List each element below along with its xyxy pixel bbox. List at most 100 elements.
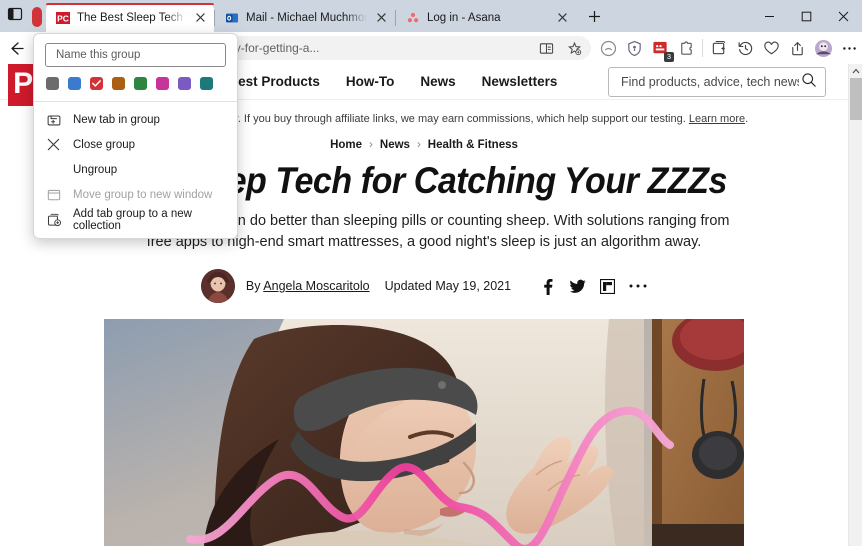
site-search[interactable] bbox=[608, 67, 826, 97]
color-swatch-green[interactable] bbox=[134, 77, 147, 90]
history-icon[interactable] bbox=[732, 35, 758, 61]
browser-tab-title-0: The Best Sleep Tech for Catching bbox=[77, 11, 186, 24]
more-share-icon[interactable] bbox=[629, 283, 647, 289]
close-window-button[interactable] bbox=[825, 0, 862, 32]
byline-author: By Angela Moscaritolo bbox=[246, 279, 370, 293]
menu-item-label: Move group to new window bbox=[73, 188, 213, 201]
browser-tab-0[interactable]: PC The Best Sleep Tech for Catching bbox=[46, 3, 214, 32]
menu-item-new-tab-in-group[interactable]: New tab in group bbox=[34, 107, 237, 132]
disclaimer-text-mid: . If you buy through affiliate links, we… bbox=[237, 113, 689, 125]
browser-tab-2[interactable]: Log in - Asana bbox=[396, 3, 576, 32]
site-search-input[interactable] bbox=[619, 74, 801, 90]
color-swatch-pink[interactable] bbox=[156, 77, 169, 90]
outlook-favicon bbox=[224, 10, 240, 26]
twitter-icon[interactable] bbox=[569, 279, 586, 294]
maximize-icon bbox=[801, 11, 812, 21]
menu-item-add-tab-group-to-new-collection[interactable]: Add tab group to a new collection bbox=[34, 207, 237, 232]
scroll-up-button[interactable] bbox=[849, 64, 862, 78]
color-swatch-purple[interactable] bbox=[178, 77, 191, 90]
new-tab-in-group-icon bbox=[46, 112, 61, 127]
menu-item-ungroup[interactable]: Ungroup bbox=[34, 157, 237, 182]
site-nav-item-newsletters[interactable]: Newsletters bbox=[482, 74, 558, 89]
scrollbar-thumb[interactable] bbox=[850, 78, 862, 120]
color-swatch-blue[interactable] bbox=[68, 77, 81, 90]
article-byline: By Angela Moscaritolo Updated May 19, 20… bbox=[0, 253, 848, 304]
menu-item-label: Ungroup bbox=[73, 163, 118, 176]
collections-icon[interactable] bbox=[706, 35, 732, 61]
article-hero-image bbox=[104, 319, 744, 546]
window-controls bbox=[751, 0, 862, 32]
minimize-button[interactable] bbox=[751, 0, 788, 32]
pcmag-favicon: PC bbox=[55, 10, 71, 26]
share-icon[interactable] bbox=[784, 35, 810, 61]
color-swatch-red[interactable] bbox=[90, 77, 103, 90]
tab-group-color-pill[interactable] bbox=[32, 7, 42, 27]
breadcrumb-separator: › bbox=[369, 139, 373, 152]
shield-extension-icon[interactable] bbox=[621, 35, 647, 61]
browser-tab-1[interactable]: Mail - Michael Muchmore - Outl bbox=[215, 3, 395, 32]
asana-favicon bbox=[405, 10, 421, 26]
group-color-swatches bbox=[34, 67, 237, 101]
tab-close-button-1[interactable] bbox=[373, 10, 389, 26]
svg-text:PC: PC bbox=[57, 13, 69, 23]
breadcrumb-item-health-fitness[interactable]: Health & Fitness bbox=[428, 139, 518, 151]
no-icon-spacer bbox=[46, 162, 61, 177]
favorites-heart-icon[interactable] bbox=[758, 35, 784, 61]
tab-close-button-2[interactable] bbox=[554, 10, 570, 26]
browser-tab-title-1: Mail - Michael Muchmore - Outl bbox=[246, 11, 367, 24]
menu-item-label: Close group bbox=[73, 138, 136, 151]
color-swatch-teal[interactable] bbox=[200, 77, 213, 90]
facebook-icon[interactable] bbox=[540, 278, 555, 295]
close-x-icon bbox=[46, 137, 61, 152]
tab-actions-icon bbox=[7, 6, 23, 27]
page-scrollbar[interactable] bbox=[848, 64, 862, 546]
adblock-extension-icon[interactable]: 3 bbox=[647, 35, 674, 62]
profile-avatar-icon[interactable] bbox=[810, 35, 836, 61]
menu-item-label: New tab in group bbox=[73, 113, 160, 126]
article-updated-date: Updated May 19, 2021 bbox=[384, 279, 512, 294]
settings-more-icon[interactable] bbox=[836, 35, 862, 61]
site-nav-item-best-products[interactable]: Best Products bbox=[228, 74, 320, 89]
tab-group-flyout: New tab in group Close group Ungroup Mov… bbox=[33, 33, 238, 239]
tab-actions-button[interactable] bbox=[0, 0, 30, 32]
menu-item-move-group-to-new-window: Move group to new window bbox=[34, 182, 237, 207]
title-bar: PC The Best Sleep Tech for Catching Mail… bbox=[0, 0, 862, 32]
star-add-icon[interactable] bbox=[563, 37, 585, 59]
new-tab-button[interactable] bbox=[581, 3, 607, 29]
author-avatar bbox=[200, 269, 235, 304]
site-nav-item-how-to[interactable]: How-To bbox=[346, 74, 394, 89]
breadcrumb-item-news[interactable]: News bbox=[380, 139, 410, 151]
extension-circle-icon[interactable] bbox=[595, 35, 621, 61]
plus-icon bbox=[588, 10, 600, 22]
magnifier-icon[interactable] bbox=[801, 72, 817, 93]
tab-close-button-0[interactable] bbox=[192, 10, 208, 26]
color-swatch-grey[interactable] bbox=[46, 77, 59, 90]
check-icon bbox=[92, 80, 101, 87]
disclaimer-link-learn-more[interactable]: Learn more bbox=[689, 113, 745, 125]
back-button[interactable] bbox=[0, 33, 32, 63]
close-icon bbox=[838, 11, 849, 21]
group-name-input[interactable] bbox=[54, 48, 217, 62]
share-buttons bbox=[540, 278, 647, 295]
new-window-icon bbox=[46, 187, 61, 202]
minimize-icon bbox=[765, 15, 774, 17]
back-arrow-icon bbox=[10, 41, 24, 55]
color-swatch-orange[interactable] bbox=[112, 77, 125, 90]
flyout-divider bbox=[34, 101, 237, 102]
breadcrumb-item-home[interactable]: Home bbox=[330, 139, 362, 151]
breadcrumb-separator: › bbox=[416, 139, 421, 152]
maximize-button[interactable] bbox=[788, 0, 825, 32]
byline-prefix: By bbox=[245, 279, 264, 294]
chevron-up-icon bbox=[852, 68, 860, 74]
author-link[interactable]: Angela Moscaritolo bbox=[263, 279, 369, 293]
site-nav-item-news[interactable]: News bbox=[420, 74, 455, 89]
extension-puzzle-icon[interactable] bbox=[673, 35, 699, 61]
group-name-field[interactable] bbox=[45, 43, 226, 67]
menu-item-close-group[interactable]: Close group bbox=[34, 132, 237, 157]
menu-item-label: Add tab group to a new collection bbox=[73, 207, 192, 232]
disclaimer-text-end: . bbox=[745, 113, 749, 125]
browser-tab-title-2: Log in - Asana bbox=[427, 11, 501, 24]
flipboard-icon[interactable] bbox=[600, 278, 616, 294]
add-collection-icon bbox=[46, 212, 61, 227]
reading-view-icon[interactable] bbox=[535, 37, 557, 59]
